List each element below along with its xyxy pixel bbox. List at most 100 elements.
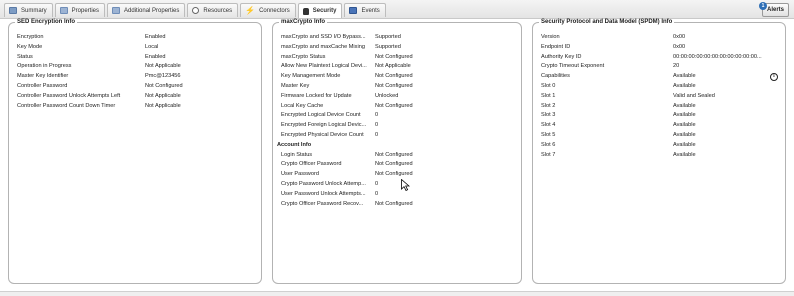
tab-label: Resources: [203, 7, 233, 14]
capabilities-info-icon[interactable]: i: [770, 73, 778, 82]
row-value: 0: [375, 112, 379, 119]
spdm-panel: Security Protocol and Data Model (SPDM) …: [532, 19, 786, 284]
tab-events[interactable]: Events: [344, 3, 386, 17]
events-icon: [349, 7, 358, 14]
row-value: 0: [375, 122, 379, 129]
row-value: Available: [673, 73, 696, 80]
row-value: Local: [145, 43, 159, 50]
tab-security[interactable]: Security: [297, 3, 343, 18]
row-value: Available: [673, 151, 696, 158]
panel-title: Security Protocol and Data Model (SPDM) …: [539, 19, 675, 25]
row-value: Not Configured: [375, 82, 413, 89]
row-value: Not Applicable: [375, 63, 411, 70]
tab-summary[interactable]: Summary: [4, 3, 53, 17]
row-value: 0: [375, 190, 379, 197]
alerts-label: Alerts: [766, 7, 784, 13]
row-value: Not Configured: [375, 151, 413, 158]
tab-label: Security: [312, 8, 337, 14]
row-value: Not Applicable: [145, 102, 181, 109]
row-value: Enabled: [145, 53, 166, 60]
alerts-button[interactable]: 1 Alerts: [758, 2, 789, 17]
properties-icon: [59, 7, 68, 14]
row-value: 0: [375, 180, 379, 187]
tab-label: Connectors: [259, 7, 290, 14]
row-key: User Password Unlock Attempts...: [281, 190, 366, 197]
mouse-pointer-icon: [401, 179, 410, 191]
row-value: 0x00: [673, 43, 686, 50]
row-key: Crypto Timeout Exponent: [541, 63, 605, 70]
row-key: Capabilities: [541, 73, 570, 80]
row-value: Not Configured: [375, 102, 413, 109]
row-key: Slot 1: [541, 92, 556, 99]
row-key: Slot 4: [541, 122, 556, 129]
summary-icon: [9, 7, 17, 14]
row-value: Available: [673, 141, 696, 148]
row-key: Slot 3: [541, 112, 556, 119]
lock-icon: [302, 7, 309, 15]
row-value: Pmc@123456: [145, 73, 181, 80]
row-key: Crypto Officer Password Recov...: [281, 200, 364, 207]
tab-properties[interactable]: Properties: [54, 3, 106, 17]
row-key: Slot 0: [541, 82, 556, 89]
row-value: Not Configured: [375, 200, 413, 207]
row-key: Version: [541, 34, 560, 40]
row-value: Not Configured: [375, 73, 413, 80]
row-key: Master Key: [281, 82, 310, 89]
tab-label: Summary: [21, 7, 47, 14]
row-key: Firmware Locked for Update: [281, 92, 352, 99]
additional-properties-icon: [112, 7, 121, 14]
row-key: Crypto Password Unlock Attemp...: [281, 180, 366, 187]
row-value: 0: [375, 131, 379, 138]
row-value: Not Applicable: [145, 92, 181, 99]
tab-list: Summary Properties Additional Properties…: [4, 3, 388, 18]
row-value: Not Configured: [145, 82, 183, 89]
row-key: maxCrypto Status: [281, 53, 326, 60]
row-key: Slot 5: [541, 131, 556, 138]
section-heading: Account Info: [277, 141, 312, 148]
tab-connectors[interactable]: ⚡ Connectors: [240, 3, 296, 17]
row-value: 20: [673, 63, 680, 70]
row-value: Not Configured: [375, 53, 413, 60]
row-value: Not Configured: [375, 161, 413, 168]
row-value: Available: [673, 122, 696, 129]
tab-label: Additional Properties: [124, 7, 180, 14]
row-key: Controller Password Count Down Timer: [17, 102, 116, 109]
row-key: Key Management Mode: [281, 73, 341, 80]
row-key: Encrypted Physical Device Count: [281, 131, 364, 138]
row-key: maxCrypto and SSD I/O Bypass...: [281, 34, 366, 40]
status-strip: [0, 291, 794, 296]
tab-label: Events: [361, 7, 380, 14]
row-key: Allow New Plaintext Logical Devi...: [281, 63, 367, 70]
row-key: Slot 6: [541, 141, 556, 148]
panel-title: maxCrypto Info: [279, 19, 328, 25]
tab-additional-properties[interactable]: Additional Properties: [107, 3, 186, 17]
row-key: Local Key Cache: [281, 102, 324, 109]
row-key: Encrypted Foreign Logical Devic...: [281, 122, 367, 129]
maxcrypto-panel: maxCrypto Info maxCrypto and SSD I/O Byp…: [272, 19, 522, 284]
row-key: Slot 2: [541, 102, 556, 109]
row-value: Available: [673, 102, 696, 109]
tab-label: Properties: [71, 7, 100, 14]
tab-resources[interactable]: Resources: [187, 3, 239, 17]
row-value: Available: [673, 112, 696, 119]
row-key: Operation in Progress: [17, 63, 72, 70]
row-value: 00:00:00:00:00:00:00:00:00:00:00...: [673, 53, 762, 60]
row-value: Enabled: [145, 34, 166, 40]
row-key: Status: [17, 53, 33, 60]
row-key: Login Status: [281, 151, 313, 158]
row-value: Unlocked: [375, 92, 399, 99]
row-value: Supported: [375, 43, 401, 50]
alerts-count-badge: 1: [758, 2, 767, 10]
row-key: Controller Password Unlock Attempts Left: [17, 92, 121, 99]
row-key: Authority Key ID: [541, 53, 582, 60]
row-key: Endpoint ID: [541, 43, 571, 50]
row-value: Available: [673, 131, 696, 138]
row-key: Master Key Identifier: [17, 73, 69, 80]
row-key: Encryption: [17, 34, 44, 40]
row-key: Slot 7: [541, 151, 556, 158]
row-key: Controller Password: [17, 82, 68, 89]
row-value: 0x00: [673, 34, 686, 40]
row-key: Crypto Officer Password: [281, 161, 342, 168]
sed-encryption-panel: SED Encryption Info Encryption Enabled Ke…: [8, 19, 262, 284]
search-icon: [192, 7, 200, 14]
